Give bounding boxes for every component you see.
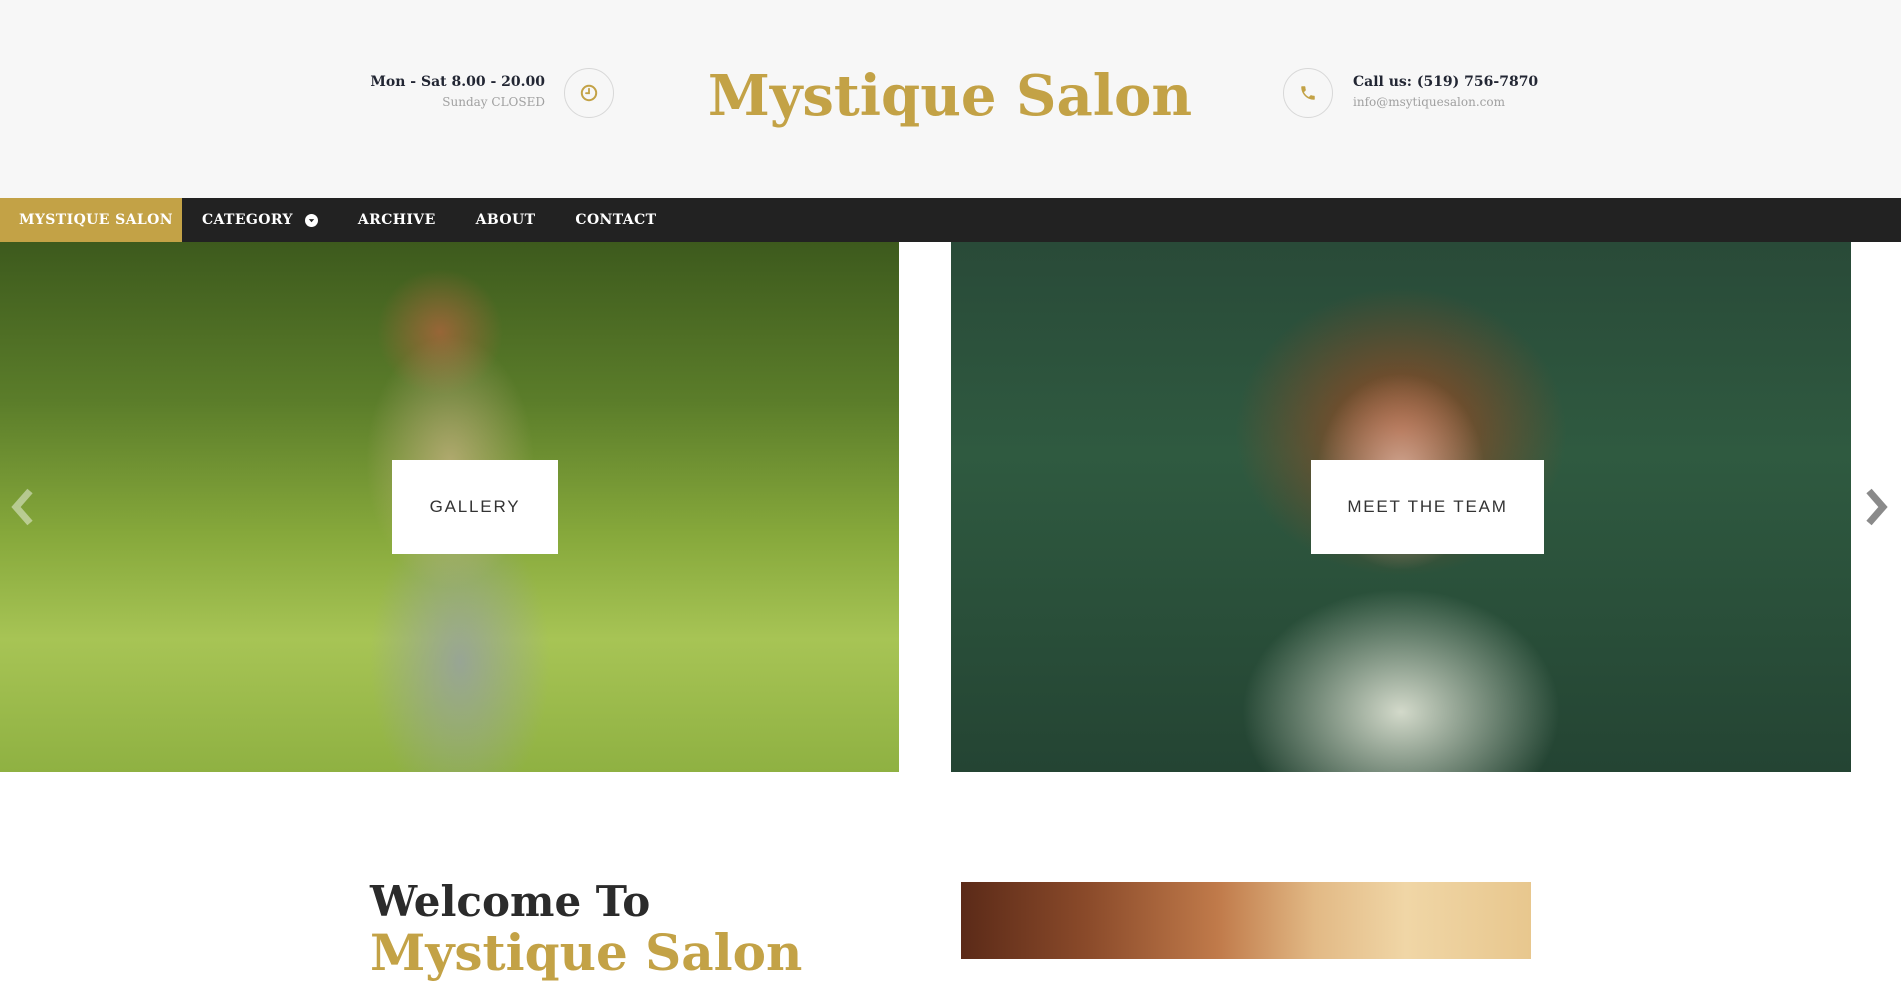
phone-icon: [1283, 68, 1333, 118]
clock-icon: [564, 68, 614, 118]
nav-item-about[interactable]: ABOUT: [456, 198, 556, 242]
hair-photo: [961, 882, 1531, 959]
nav-item-home[interactable]: MYSTIQUE SALON: [0, 198, 182, 242]
chevron-left-icon[interactable]: [8, 482, 38, 532]
main-nav: MYSTIQUE SALON CATEGORY ARCHIVE ABOUT CO…: [0, 198, 1901, 242]
hero-slider: GALLERY MEET THE TEAM: [0, 242, 1901, 772]
phone-number[interactable]: Call us: (519) 756-7870: [1353, 73, 1538, 91]
nav-item-label: MYSTIQUE SALON: [19, 212, 173, 228]
email-address[interactable]: info@msytiquesalon.com: [1353, 94, 1538, 110]
chevron-right-icon[interactable]: [1861, 482, 1891, 532]
nav-item-category[interactable]: CATEGORY: [182, 198, 338, 242]
meet-the-team-button[interactable]: MEET THE TEAM: [1311, 460, 1544, 554]
gallery-button[interactable]: GALLERY: [392, 460, 558, 554]
nav-item-label: CATEGORY: [202, 212, 293, 228]
welcome-heading: Welcome To: [370, 877, 651, 926]
nav-item-label: CONTACT: [575, 212, 657, 228]
nav-item-archive[interactable]: ARCHIVE: [338, 198, 456, 242]
nav-item-label: ARCHIVE: [357, 212, 436, 228]
slide-gallery-image[interactable]: GALLERY: [0, 242, 899, 772]
site-logo-title[interactable]: Mystique Salon: [650, 60, 1250, 132]
nav-item-label: ABOUT: [475, 212, 536, 228]
hours-sub: Sunday CLOSED: [442, 95, 545, 109]
opening-hours: Mon - Sat 8.00 - 20.00 Sunday CLOSED: [370, 73, 545, 110]
contact-info: Call us: (519) 756-7870 info@msytiquesal…: [1353, 73, 1538, 110]
slide-team-image[interactable]: MEET THE TEAM: [951, 242, 1851, 772]
nav-item-contact[interactable]: CONTACT: [555, 198, 676, 242]
site-header: Mon - Sat 8.00 - 20.00 Sunday CLOSED Mys…: [0, 0, 1901, 198]
hours-main: Mon - Sat 8.00 - 20.00: [370, 74, 545, 90]
welcome-salon-name: Mystique Salon: [370, 923, 803, 982]
chevron-down-icon: [304, 213, 318, 227]
